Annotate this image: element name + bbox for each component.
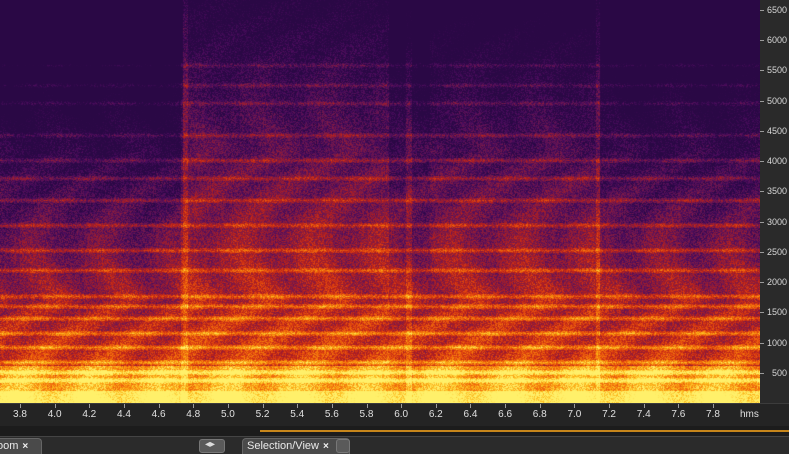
freq-tick-label: 3500 — [766, 186, 787, 197]
time-tick — [158, 404, 160, 408]
time-tick — [435, 404, 437, 408]
time-tick-label: 4.2 — [82, 409, 97, 420]
time-tick-label: 5.6 — [324, 409, 339, 420]
time-tick-label: 7.6 — [671, 409, 686, 420]
time-tick — [643, 404, 645, 408]
bottom-panel-tab-bar: oom× ◂▸ Selection/View× — [0, 436, 789, 454]
freq-tick-label: 5500 — [766, 65, 787, 76]
time-tick — [574, 404, 576, 408]
freq-tick — [760, 282, 764, 284]
time-tick-label: 6.8 — [532, 409, 547, 420]
grip-arrows-icon: ◂▸ — [205, 439, 216, 450]
tab-grip-handle[interactable]: ◂▸ — [199, 439, 225, 453]
tab-grip-handle-2[interactable] — [336, 439, 350, 453]
time-tick — [227, 404, 229, 408]
time-tick-label: 5.4 — [290, 409, 305, 420]
time-tick — [505, 404, 507, 408]
time-tick-label: 3.8 — [13, 409, 27, 420]
spectrogram-canvas[interactable] — [0, 0, 760, 403]
time-tick-label: 4.4 — [116, 409, 131, 420]
time-tick-label: 5.2 — [255, 409, 270, 420]
freq-tick — [760, 312, 764, 314]
active-panel-indicator — [260, 430, 789, 432]
time-tick-label: 6.2 — [428, 409, 443, 420]
time-tick — [609, 404, 611, 408]
spectrogram-view[interactable] — [0, 0, 760, 403]
time-tick-label: 7.0 — [567, 409, 582, 420]
freq-tick — [760, 40, 764, 42]
time-tick — [470, 404, 472, 408]
time-tick — [193, 404, 195, 408]
tab-zoom-label: oom — [0, 440, 19, 452]
freq-tick — [760, 130, 764, 132]
time-tick-label: 4.0 — [47, 409, 62, 420]
freq-tick-label: 2000 — [766, 277, 787, 288]
tab-selection-view-label: Selection/View — [247, 440, 319, 452]
freq-tick — [760, 100, 764, 102]
time-tick — [713, 404, 714, 408]
time-tick-label: 7.4 — [636, 409, 651, 420]
time-tick-label: 6.4 — [463, 409, 478, 420]
freq-tick — [760, 10, 764, 11]
time-tick — [123, 404, 125, 408]
freq-tick-label: 1000 — [766, 337, 787, 348]
time-tick-label: 7.2 — [602, 409, 616, 420]
close-icon[interactable]: × — [22, 439, 28, 454]
tab-selection-view[interactable]: Selection/View × — [242, 438, 350, 454]
time-tick — [297, 404, 299, 408]
freq-tick — [760, 372, 764, 374]
time-tick — [331, 404, 333, 408]
freq-tick — [760, 251, 764, 253]
frequency-ruler: 6500 6000 5500 5000 4500 4000 3500 3000 2500 2000… — [760, 0, 789, 403]
freq-tick-label: 6000 — [766, 35, 787, 46]
freq-tick — [760, 191, 764, 193]
freq-tick — [760, 342, 764, 344]
freq-tick-label: 3000 — [766, 216, 787, 227]
time-tick-label: 5.8 — [359, 409, 374, 420]
freq-tick-label: 500 — [771, 367, 787, 378]
time-tick — [262, 404, 264, 408]
close-icon[interactable]: × — [323, 439, 329, 454]
time-ruler[interactable]: hms 3.8 4.0 4.2 4.4 4.6 4.8 5.0 5.2 5.4 5.6 5.8 6.0… — [0, 403, 789, 426]
time-tick-label: 4.6 — [151, 409, 166, 420]
freq-tick-label: 4500 — [766, 125, 787, 136]
time-tick — [20, 404, 21, 408]
freq-tick-label: 2500 — [766, 246, 787, 257]
freq-tick-label: 4000 — [766, 156, 787, 167]
freq-tick-label: 6500 — [766, 5, 787, 15]
time-tick — [401, 404, 403, 408]
time-tick-label: 5.0 — [220, 409, 235, 420]
time-tick — [54, 404, 56, 408]
time-tick — [366, 404, 368, 408]
freq-tick — [760, 70, 764, 72]
time-tick-label: 6.6 — [498, 409, 513, 420]
time-tick — [89, 404, 91, 408]
time-unit-label: hms — [740, 409, 759, 420]
freq-tick — [760, 161, 764, 163]
freq-tick-label: 5000 — [766, 95, 787, 106]
time-tick — [678, 404, 680, 408]
time-tick-label: 6.0 — [394, 409, 409, 420]
freq-tick — [760, 221, 764, 223]
freq-tick-label: 1500 — [766, 307, 787, 318]
time-tick — [539, 404, 541, 408]
tab-zoom[interactable]: oom× — [0, 438, 42, 454]
time-tick-label: 4.8 — [186, 409, 201, 420]
time-tick-label: 7.8 — [706, 409, 720, 420]
